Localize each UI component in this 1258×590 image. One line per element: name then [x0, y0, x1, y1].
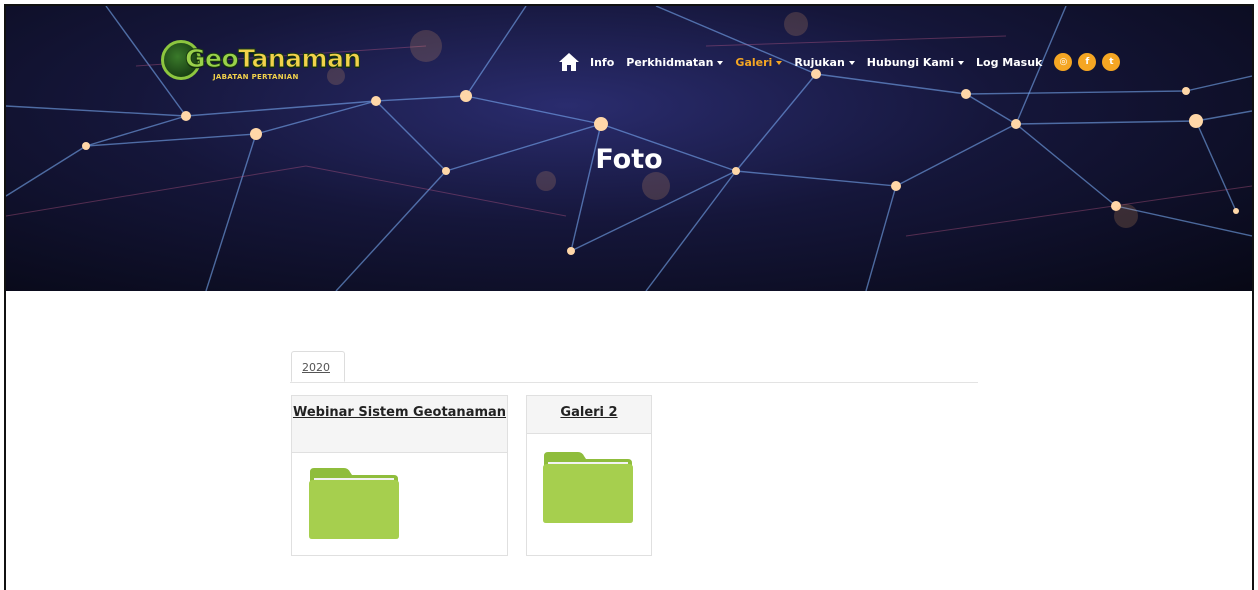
- nav-item-info[interactable]: Info: [590, 56, 614, 69]
- album-card[interactable]: Galeri 2: [526, 395, 652, 556]
- album-title[interactable]: Webinar Sistem Geotanaman: [292, 396, 507, 453]
- instagram-icon[interactable]: ◎: [1054, 53, 1073, 71]
- caret-down-icon: [717, 60, 724, 65]
- page-title: Foto: [595, 144, 663, 175]
- folder-icon: [543, 452, 633, 523]
- folder-icon: [309, 468, 399, 539]
- nav-item-log-masuk[interactable]: Log Masuk: [976, 56, 1042, 69]
- year-tabs: 2020: [290, 351, 978, 383]
- home-icon[interactable]: [558, 52, 580, 72]
- twitter-icon[interactable]: t: [1102, 53, 1121, 71]
- hero-banner: GeoTanaman JABATAN PERTANIAN Info Perkhi…: [6, 6, 1252, 291]
- caret-down-icon: [776, 60, 783, 65]
- facebook-icon[interactable]: f: [1078, 53, 1097, 71]
- nav-item-hubungi-kami[interactable]: Hubungi Kami: [867, 56, 965, 69]
- geotanaman-logo[interactable]: GeoTanaman JABATAN PERTANIAN: [161, 40, 362, 86]
- nav-item-galeri[interactable]: Galeri: [735, 56, 783, 69]
- nav-item-rujukan[interactable]: Rujukan: [794, 56, 855, 69]
- album-title[interactable]: Galeri 2: [527, 396, 651, 434]
- logo-text: GeoTanaman: [184, 44, 361, 74]
- logo-subtitle: JABATAN PERTANIAN: [213, 73, 299, 81]
- nav-item-perkhidmatan[interactable]: Perkhidmatan: [626, 56, 724, 69]
- tab-2020[interactable]: 2020: [291, 351, 345, 382]
- caret-down-icon: [958, 60, 965, 65]
- album-card[interactable]: Webinar Sistem Geotanaman: [291, 395, 508, 556]
- caret-down-icon: [848, 60, 855, 65]
- main-nav: Info Perkhidmatan Galeri Rujukan Hubungi…: [558, 50, 1126, 74]
